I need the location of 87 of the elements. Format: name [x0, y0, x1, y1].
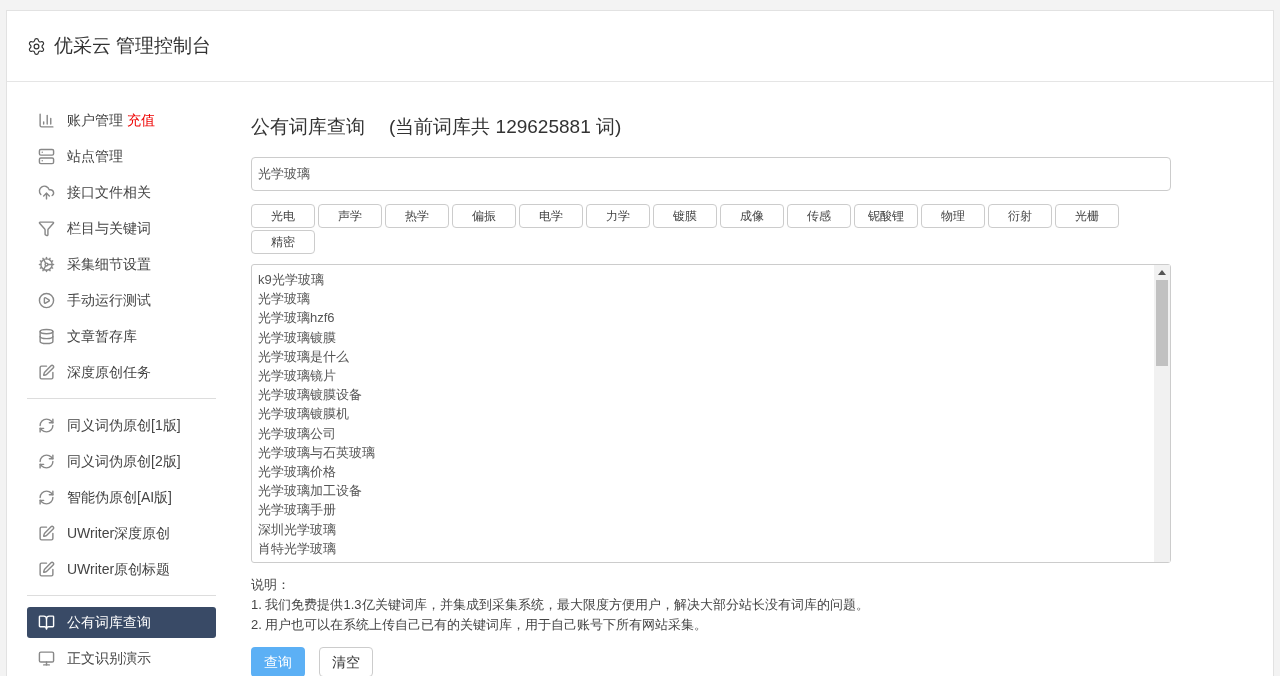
- sidebar-item[interactable]: 接口文件相关: [27, 176, 216, 208]
- edit-icon: [38, 363, 55, 381]
- note-text: 1. 我们免费提供1.3亿关键词库，并集成到采集系统，最大限度方便用户，解决大部分站长没有词库的问题。: [251, 596, 870, 614]
- sidebar-item[interactable]: 站点管理: [27, 140, 216, 172]
- sidebar-label: 站点管理: [67, 146, 123, 166]
- monitor-icon: [38, 649, 55, 667]
- tag-button[interactable]: 电学: [519, 204, 583, 228]
- scrollbar-thumb[interactable]: [1156, 280, 1168, 366]
- results-list[interactable]: k9光学玻璃 光学玻璃 光学玻璃hzf6 光学玻璃镀膜 光学玻璃是什么 光学玻璃镜片 光学玻璃镀膜设备 光学玻璃镀膜机 光学玻璃公司 光学玻璃与石英玻璃 光学玻璃价格 光学玻璃加工设备 光学玻璃手册 深圳光学玻璃 肖特光学玻璃: [251, 264, 1171, 563]
- sidebar-label: UWriter深度原创: [67, 523, 171, 543]
- sidebar-label: 深度原创任务: [67, 362, 151, 382]
- recharge-link[interactable]: 充值: [127, 109, 155, 131]
- book-icon: [38, 613, 55, 631]
- scrollbar[interactable]: [1154, 265, 1170, 562]
- sidebar-label: 栏目与关键词: [67, 218, 151, 238]
- note-text: 2. 用户也可以在系统上传自己已有的关键词库，用于自己账号下所有网站采集。: [251, 616, 709, 634]
- sidebar-item[interactable]: 同义词伪原创[2版]: [27, 445, 216, 477]
- tag-button[interactable]: 热学: [385, 204, 449, 228]
- tag-button[interactable]: 光电: [251, 204, 315, 228]
- sidebar-label: 正文识别演示: [67, 648, 151, 668]
- result-item: 光学玻璃镀膜设备: [258, 386, 363, 405]
- tag-button[interactable]: 力学: [586, 204, 650, 228]
- tag-button[interactable]: 偏振: [452, 204, 516, 228]
- result-item: 肖特光学玻璃: [258, 539, 337, 558]
- sidebar-item[interactable]: 同义词伪原创[1版]: [27, 409, 216, 441]
- sidebar-label: UWriter原创标题: [67, 559, 171, 579]
- word-count-note: (当前词库共 129625881 词): [389, 114, 622, 139]
- tag-button[interactable]: 物理: [921, 204, 985, 228]
- play-icon: [38, 291, 55, 309]
- result-item: k9光学玻璃: [258, 271, 325, 289]
- result-item: 光学玻璃: [258, 290, 311, 309]
- tag-button[interactable]: 光栅: [1055, 204, 1119, 228]
- sidebar-label: 智能伪原创[AI版]: [67, 487, 172, 507]
- result-item: 光学玻璃hzf6: [258, 309, 336, 328]
- sidebar-item[interactable]: 深度原创任务: [27, 356, 216, 388]
- edit-icon: [38, 524, 55, 542]
- refresh-icon: [38, 488, 55, 506]
- settings-icon: [27, 36, 46, 56]
- refresh-icon: [38, 452, 55, 470]
- database-icon: [38, 327, 55, 345]
- notes-title: 说明：: [251, 576, 291, 594]
- result-item: 光学玻璃镀膜: [258, 328, 337, 347]
- result-item: 深圳光学玻璃: [258, 520, 337, 539]
- clear-button[interactable]: 清空: [319, 647, 373, 676]
- tag-button[interactable]: 传感: [787, 204, 851, 228]
- result-item: 光学玻璃加工设备: [258, 482, 363, 501]
- sidebar-item[interactable]: 公有词库查询: [27, 606, 216, 638]
- sidebar-label: 采集细节设置: [67, 254, 151, 274]
- cloud-upload-icon: [38, 183, 55, 201]
- refresh-icon: [38, 416, 55, 434]
- edit-icon: [38, 560, 55, 578]
- filter-icon: [38, 219, 55, 237]
- tag-button[interactable]: 铌酸锂: [854, 204, 918, 228]
- tag-button[interactable]: 声学: [318, 204, 382, 228]
- result-item: 光学玻璃与石英玻璃: [258, 443, 376, 462]
- sidebar-label: 账户管理: [67, 110, 123, 130]
- sidebar-label: 公有词库查询: [67, 612, 151, 632]
- sidebar-item[interactable]: 账户管理 充值: [27, 104, 216, 136]
- sidebar-label: 文章暂存库: [67, 326, 137, 346]
- tag-button[interactable]: 镀膜: [653, 204, 717, 228]
- result-item: 光学玻璃是什么: [258, 347, 350, 366]
- sidebar-label: 手动运行测试: [67, 290, 151, 310]
- sidebar-item[interactable]: 采集细节设置: [27, 248, 216, 280]
- tag-button[interactable]: 衍射: [988, 204, 1052, 228]
- sidebar-item[interactable]: UWriter原创标题: [27, 553, 216, 585]
- sidebar-item[interactable]: 正文识别演示: [27, 642, 216, 674]
- tag-button[interactable]: 精密: [251, 230, 315, 254]
- result-item: 光学玻璃手册: [258, 501, 337, 520]
- sidebar-item[interactable]: 智能伪原创[AI版]: [27, 481, 216, 513]
- console-title: 优采云 管理控制台: [54, 33, 212, 58]
- result-item: 光学玻璃价格: [258, 463, 337, 482]
- scroll-up-arrow-icon[interactable]: [1158, 270, 1166, 275]
- page-title: 公有词库查询: [251, 114, 365, 139]
- sidebar-item[interactable]: 栏目与关键词: [27, 212, 216, 244]
- sidebar-item[interactable]: UWriter深度原创: [27, 517, 216, 549]
- search-field[interactable]: 光学玻璃: [251, 157, 1171, 191]
- sidebar-label: 同义词伪原创[1版]: [67, 415, 181, 435]
- sidebar-label: 同义词伪原创[2版]: [67, 451, 181, 471]
- sidebar-item[interactable]: 手动运行测试: [27, 284, 216, 316]
- result-item: 光学玻璃镜片: [258, 367, 337, 385]
- result-item: 光学玻璃公司: [258, 424, 337, 443]
- tag-button[interactable]: 成像: [720, 204, 784, 228]
- result-item: 光学玻璃镀膜机: [258, 405, 350, 424]
- sidebar-item[interactable]: 文章暂存库: [27, 320, 216, 352]
- sidebar-label: 接口文件相关: [67, 182, 151, 202]
- server-icon: [38, 147, 55, 165]
- bar-chart-icon: [38, 111, 55, 129]
